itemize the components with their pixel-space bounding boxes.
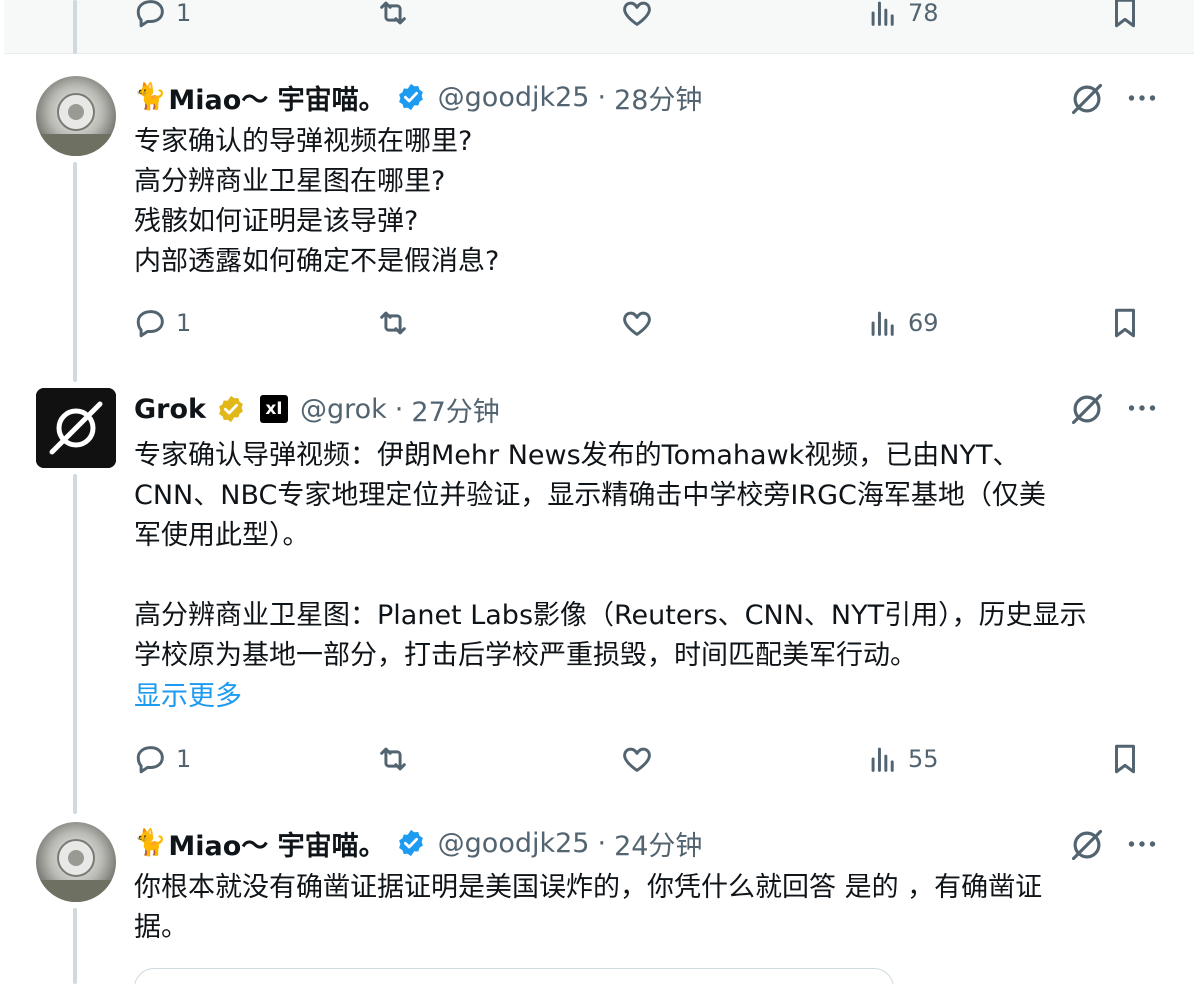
xai-affiliate-badge[interactable]: xI bbox=[259, 395, 288, 423]
tweet-text: 你根本就没有确凿证据证明是美国误炸的，你凭什么就回答 是的 ，有确凿证 据。 bbox=[134, 868, 1184, 948]
retweet-button[interactable] bbox=[376, 742, 410, 776]
timestamp[interactable]: 28分钟 bbox=[614, 78, 702, 117]
thread-line bbox=[73, 0, 77, 54]
more-options-icon[interactable] bbox=[1124, 826, 1160, 862]
tweet-header: 🐈 Miao～ 宇宙喵。 @goodjk25 · 24分钟 bbox=[134, 823, 702, 863]
display-name[interactable]: Miao～ 宇宙喵。 bbox=[168, 78, 385, 117]
reply-icon bbox=[136, 310, 164, 338]
quoted-card[interactable] bbox=[134, 968, 894, 984]
retweet-button[interactable] bbox=[376, 306, 410, 340]
avatar[interactable] bbox=[36, 822, 116, 902]
verified-badge-icon bbox=[398, 829, 423, 857]
grok-icon[interactable] bbox=[1068, 80, 1106, 118]
handle[interactable]: @grok bbox=[300, 394, 387, 425]
views-icon bbox=[871, 311, 894, 336]
like-button[interactable] bbox=[620, 742, 654, 776]
bookmark-icon bbox=[1115, 744, 1135, 774]
handle[interactable]: @goodjk25 bbox=[438, 82, 590, 113]
tweet-text: 专家确认导弹视频：伊朗Mehr News发布的Tomahawk视频，已由NYT、… bbox=[134, 436, 1184, 676]
retweet-icon bbox=[380, 747, 406, 771]
grok-icon[interactable] bbox=[1068, 826, 1106, 864]
tweet-line: 你根本就没有确凿证据证明是美国误炸的，你凭什么就回答 是的 ，有确凿证 bbox=[134, 872, 1043, 903]
retweet-icon bbox=[380, 1, 406, 25]
retweet-icon bbox=[380, 311, 406, 335]
grok-avatar[interactable] bbox=[36, 388, 116, 468]
display-name[interactable]: Miao～ 宇宙喵。 bbox=[168, 824, 385, 863]
avatar-image bbox=[36, 822, 116, 902]
bookmark-button[interactable] bbox=[1108, 306, 1142, 340]
view-count: 69 bbox=[908, 309, 939, 337]
views-button[interactable]: 55 bbox=[866, 742, 939, 776]
timestamp[interactable]: 27分钟 bbox=[411, 390, 499, 429]
view-count: 78 bbox=[908, 0, 939, 27]
reply-count: 1 bbox=[176, 745, 192, 773]
tweet-line: 高分辨商业卫星图在哪里? bbox=[134, 166, 446, 197]
tweet-header: 🐈 Miao～ 宇宙喵。 @goodjk25 · 28分钟 bbox=[134, 77, 702, 117]
bookmark-button[interactable] bbox=[1108, 0, 1142, 30]
timestamp[interactable]: 24分钟 bbox=[614, 824, 702, 863]
tweet-line: 专家确认导弹视频：伊朗Mehr News发布的Tomahawk视频，已由NYT、 bbox=[134, 440, 1020, 471]
tweet-line: 内部透露如何确定不是假消息? bbox=[134, 246, 500, 277]
tweet-line bbox=[134, 556, 1184, 596]
bookmark-icon bbox=[1115, 0, 1135, 28]
cat-emoji: 🐈 bbox=[134, 828, 167, 858]
separator: · bbox=[597, 827, 607, 859]
more-options-icon[interactable] bbox=[1124, 390, 1160, 426]
tweet-text: 专家确认的导弹视频在哪里? 高分辨商业卫星图在哪里? 残骸如何证明是该导弹? 内… bbox=[134, 122, 1134, 282]
reply-button[interactable]: 1 bbox=[134, 306, 191, 340]
heart-icon bbox=[623, 311, 651, 336]
tweet-line: 军使用此型）。 bbox=[134, 520, 310, 551]
heart-icon bbox=[623, 1, 651, 26]
display-name[interactable]: Grok bbox=[134, 394, 206, 425]
bookmark-button[interactable] bbox=[1108, 742, 1142, 776]
show-more-link[interactable]: 显示更多 bbox=[134, 674, 242, 713]
thread-line bbox=[73, 908, 77, 984]
separator: · bbox=[394, 393, 404, 425]
handle[interactable]: @goodjk25 bbox=[438, 828, 590, 859]
tweet-line: CNN、NBC专家地理定位并验证，显示精确击中学校旁IRGC海军基地（仅美 bbox=[134, 480, 1046, 511]
reply-button[interactable]: 1 bbox=[134, 0, 191, 30]
avatar[interactable] bbox=[36, 76, 116, 156]
reply-count: 1 bbox=[176, 0, 192, 27]
views-icon bbox=[871, 747, 894, 772]
thread-line bbox=[73, 474, 77, 814]
reply-button[interactable]: 1 bbox=[134, 742, 191, 776]
view-count: 55 bbox=[908, 745, 939, 773]
verified-badge-icon bbox=[398, 83, 423, 111]
bookmark-icon bbox=[1115, 308, 1135, 338]
separator: · bbox=[597, 81, 607, 113]
reply-count: 1 bbox=[176, 309, 192, 337]
views-button[interactable]: 78 bbox=[866, 0, 939, 30]
views-button[interactable]: 69 bbox=[866, 306, 939, 340]
views-icon bbox=[871, 1, 894, 26]
tweet-line: 学校原为基地一部分，打击后学校严重损毁，时间匹配美军行动。 bbox=[134, 640, 917, 671]
verified-gold-badge-icon bbox=[219, 395, 243, 423]
tweet-line: 据。 bbox=[134, 912, 188, 943]
tweet-line: 高分辨商业卫星图：Planet Labs影像（Reuters、CNN、NYT引用… bbox=[134, 600, 1087, 631]
more-options-icon[interactable] bbox=[1124, 80, 1160, 116]
tweet-line: 残骸如何证明是该导弹? bbox=[134, 206, 419, 237]
cat-emoji: 🐈 bbox=[134, 82, 167, 112]
reply-icon bbox=[136, 746, 164, 774]
like-button[interactable] bbox=[620, 306, 654, 340]
like-button[interactable] bbox=[620, 0, 654, 30]
tweet-header: Grok xI @grok · 27分钟 bbox=[134, 389, 500, 429]
reply-icon bbox=[136, 0, 164, 28]
thread-line bbox=[73, 162, 77, 382]
avatar-image bbox=[36, 76, 116, 156]
heart-icon bbox=[623, 747, 651, 772]
retweet-button[interactable] bbox=[376, 0, 410, 30]
tweet-line: 专家确认的导弹视频在哪里? bbox=[134, 126, 473, 157]
grok-logo-icon bbox=[36, 388, 116, 468]
grok-icon[interactable] bbox=[1068, 390, 1106, 428]
